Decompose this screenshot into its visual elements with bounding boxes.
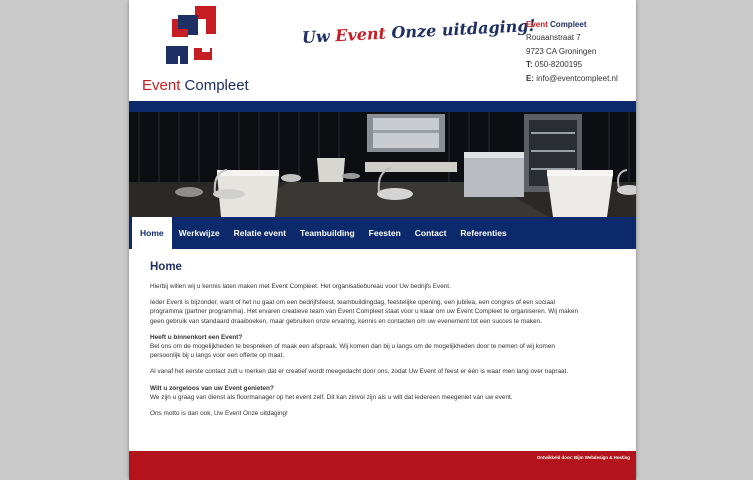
carefree-paragraph: We zijn u graag van dienst als floormana… xyxy=(150,393,513,401)
contact-company-name: Event Compleet xyxy=(526,20,587,29)
page-title: Home xyxy=(150,261,182,273)
event-section: Heeft u binnenkort een Event? Bel ons om… xyxy=(150,333,580,361)
nav-item-teambuilding[interactable]: Teambuilding xyxy=(293,217,362,249)
logo-mark-icon xyxy=(166,6,216,64)
nav-item-feesten[interactable]: Feesten xyxy=(362,217,408,249)
logo[interactable]: Event Compleet xyxy=(142,6,252,98)
main-nav: Home Werkwijze Relatie event Teambuildin… xyxy=(129,217,636,249)
main-content: Home Hierbij willen wij u kennis laten m… xyxy=(150,260,580,425)
header-band xyxy=(129,101,636,112)
nav-item-relatie-event[interactable]: Relatie event xyxy=(227,217,293,249)
venue-photo-icon xyxy=(129,112,636,217)
creative-paragraph: Al vanaf het eerste contact zult u merke… xyxy=(150,368,569,376)
carefree-section: Wilt u zorgeloos van uw Event genieten? … xyxy=(150,384,580,402)
nav-item-referenties[interactable]: Referenties xyxy=(453,217,513,249)
hero-banner-image xyxy=(129,112,636,217)
contact-city: 9723 CA Groningen xyxy=(526,46,597,56)
motto-paragraph: Ons motto is dan ook, Uw Event Onze uitd… xyxy=(150,410,288,418)
nav-item-werkwijze[interactable]: Werkwijze xyxy=(172,217,227,249)
slogan: Uw Event Onze uitdaging! xyxy=(301,15,536,47)
logo-text: Event Compleet xyxy=(142,77,249,94)
event-heading: Heeft u binnenkort een Event? xyxy=(150,333,243,341)
event-paragraph: Bel ons om de mogelijkheden te bespreken… xyxy=(150,343,555,360)
contact-street: Rouaanstraat 7 xyxy=(526,33,581,43)
contact-email[interactable]: E: info@eventcompleet.nl xyxy=(526,72,634,85)
carefree-heading: Wilt u zorgeloos van uw Event genieten? xyxy=(150,384,274,392)
nav-item-contact[interactable]: Contact xyxy=(408,217,454,249)
intro-paragraph: Hierbij willen wij u kennis laten maken … xyxy=(150,283,451,290)
footer-credit-link[interactable]: Ontwikkeld door: Bijm Webdesign & Hostin… xyxy=(537,455,630,460)
services-paragraph: Ieder Event is bijzonder, want of het nu… xyxy=(150,299,579,325)
page-container: Event Compleet Uw Event Onze uitdaging! … xyxy=(129,0,636,480)
contact-phone: T: 050-8200195 xyxy=(526,60,583,70)
contact-block: Event Compleet Rouaanstraat 7 9723 CA Gr… xyxy=(526,18,634,85)
footer: Ontwikkeld door: Bijm Webdesign & Hostin… xyxy=(129,451,636,480)
nav-item-home[interactable]: Home xyxy=(132,217,172,249)
